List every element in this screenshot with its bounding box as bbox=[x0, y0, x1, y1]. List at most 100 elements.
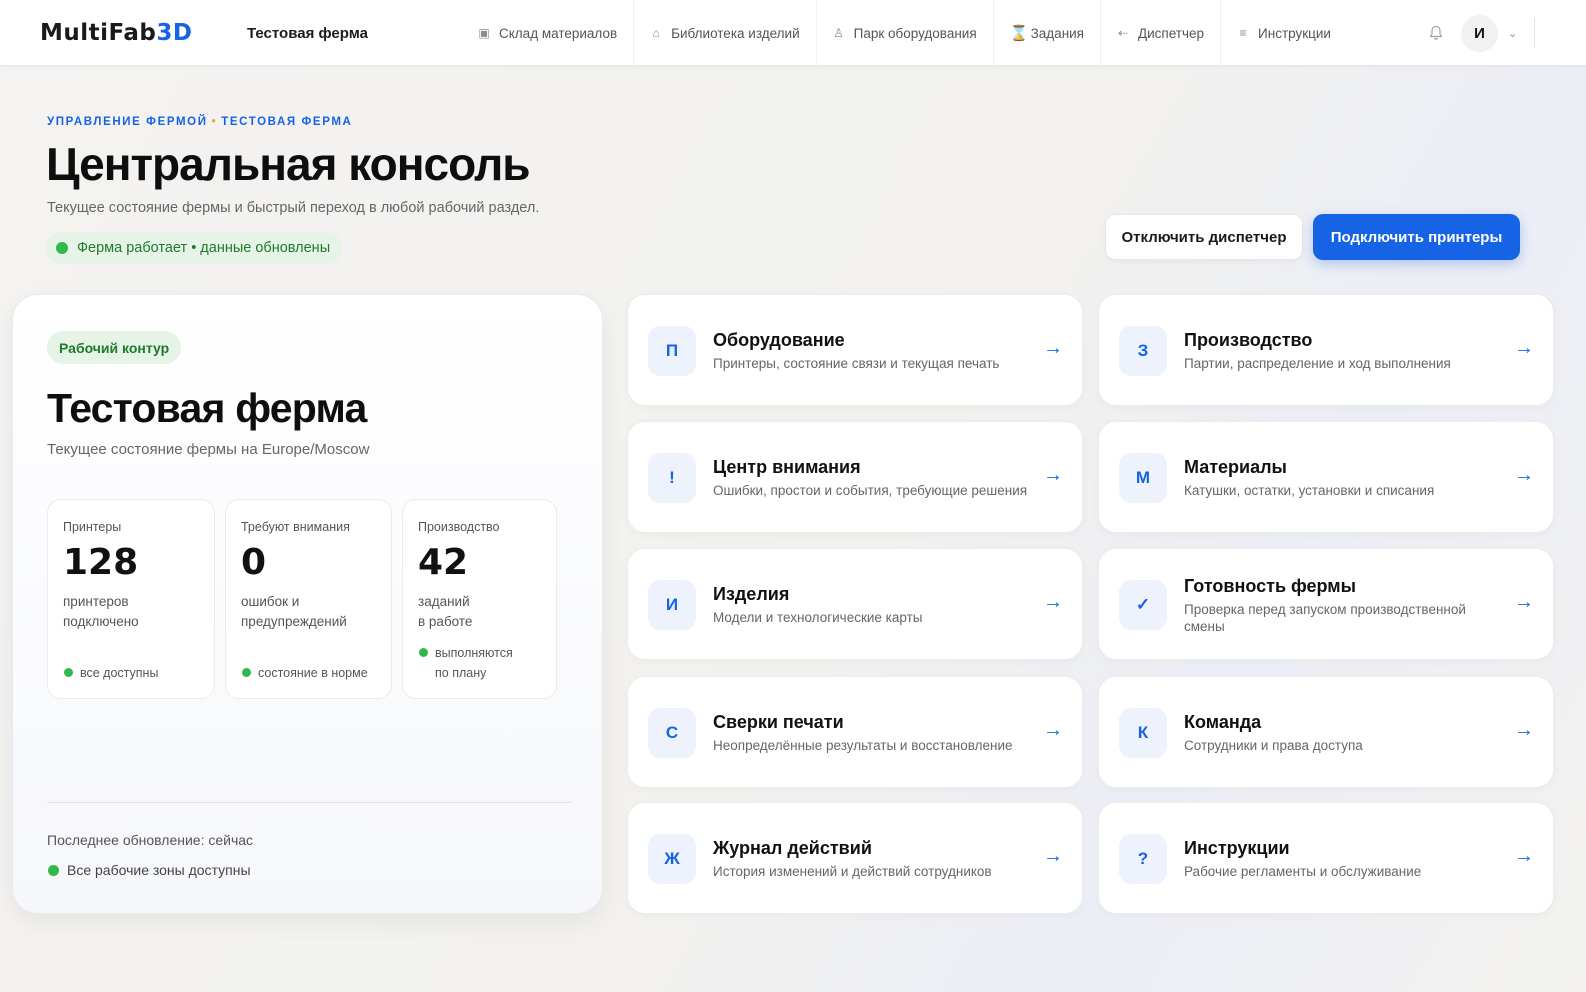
card-description: История изменений и действий сотрудников bbox=[713, 864, 992, 879]
card-print-reconciliation[interactable]: С Сверки печати Неопределённые результат… bbox=[627, 676, 1083, 788]
stat-value: 128 bbox=[63, 542, 139, 583]
card-description: Неопределённые результаты и восстановлен… bbox=[713, 738, 1013, 753]
nav-item-label: Склад материалов bbox=[499, 25, 618, 41]
farm-title: Тестовая ферма bbox=[47, 385, 367, 431]
card-description: Рабочие регламенты и обслуживание bbox=[1184, 864, 1422, 879]
status-dot-icon bbox=[56, 242, 68, 254]
arrow-right-icon: → bbox=[1043, 591, 1063, 613]
nav-item-instructions[interactable]: ≡ Инструкции bbox=[1220, 0, 1347, 66]
breadcrumb-current: Тестовая ферма bbox=[221, 116, 353, 128]
arrow-right-icon: → bbox=[1043, 719, 1063, 741]
nav-item-dispatcher[interactable]: ⇠ Диспетчер bbox=[1100, 0, 1220, 66]
card-title: Команда bbox=[1184, 712, 1262, 732]
nav-item-label: Инструкции bbox=[1258, 25, 1331, 41]
card-text: Инструкции Рабочие регламенты и обслужив… bbox=[1184, 803, 1504, 915]
card-letter-icon: Ж bbox=[648, 834, 696, 884]
card-products[interactable]: И Изделия Модели и технологические карты… bbox=[627, 548, 1083, 660]
card-text: Сверки печати Неопределённые результаты … bbox=[713, 677, 1033, 789]
arrow-right-icon: → bbox=[1514, 464, 1534, 486]
logo-text: MultiFab bbox=[40, 20, 157, 46]
card-title: Материалы bbox=[1184, 457, 1287, 477]
card-description: Проверка перед запуском производственной… bbox=[1184, 601, 1466, 634]
card-letter-icon: М bbox=[1119, 453, 1167, 503]
logo-accent: 3D bbox=[156, 20, 193, 46]
card-title: Сверки печати bbox=[713, 712, 844, 732]
top-bar: MultiFab3D Тестовая ферма ▣ Склад матери… bbox=[0, 0, 1586, 66]
card-title: Инструкции bbox=[1184, 838, 1290, 858]
connect-printers-button[interactable]: Подключить принтеры bbox=[1313, 214, 1520, 260]
card-title: Оборудование bbox=[713, 330, 845, 350]
card-team[interactable]: К Команда Сотрудники и права доступа → bbox=[1098, 676, 1554, 788]
app-logo[interactable]: MultiFab3D bbox=[40, 20, 192, 46]
card-action-log[interactable]: Ж Журнал действий История изменений и де… bbox=[627, 802, 1083, 914]
status-dot-icon bbox=[242, 668, 251, 677]
nav-item-label: Диспетчер bbox=[1138, 25, 1205, 41]
card-description: Модели и технологические карты bbox=[713, 610, 923, 625]
card-description: Партии, распределение и ход выполнения bbox=[1184, 356, 1451, 371]
breadcrumb-separator: • bbox=[211, 116, 218, 128]
user-area: И ⌄ bbox=[1425, 14, 1517, 52]
status-dot-icon bbox=[419, 648, 428, 657]
zones-status-text: Все рабочие зоны доступны bbox=[67, 862, 251, 878]
hourglass-icon: ⌛ bbox=[1009, 25, 1029, 42]
nav-item-equipment[interactable]: ♙ Парк оборудования bbox=[815, 0, 993, 66]
user-avatar[interactable]: И bbox=[1461, 14, 1498, 52]
stat-description: принтеров подключено bbox=[63, 594, 139, 629]
stat-note-text: выполняются по плану bbox=[435, 646, 513, 680]
list-icon: ≡ bbox=[1239, 26, 1247, 40]
stat-note: состояние в норме bbox=[241, 663, 368, 683]
stat-note: выполняются по плану bbox=[418, 643, 513, 683]
card-title: Производство bbox=[1184, 330, 1313, 350]
card-description: Ошибки, простои и события, требующие реш… bbox=[713, 483, 1028, 498]
farm-status-badge: Ферма работает • данные обновлены bbox=[46, 232, 343, 264]
card-farm-readiness[interactable]: ✓ Готовность фермы Проверка перед запуск… bbox=[1098, 548, 1554, 660]
stat-card-printers[interactable]: Принтеры 128 принтеров подключено все до… bbox=[47, 499, 215, 699]
stat-label: Принтеры bbox=[63, 520, 122, 534]
status-dot-icon bbox=[64, 668, 73, 677]
dispatcher-icon: ⇠ bbox=[1117, 26, 1129, 40]
main-nav: ▣ Склад материалов ⌂ Библиотека изделий … bbox=[462, 0, 1347, 66]
card-equipment[interactable]: П Оборудование Принтеры, состояние связи… bbox=[627, 294, 1083, 406]
page-title: Центральная консоль bbox=[46, 138, 531, 190]
card-letter-icon: П bbox=[648, 326, 696, 376]
arrow-right-icon: → bbox=[1514, 337, 1534, 359]
nav-item-jobs[interactable]: ⌛ Задания bbox=[992, 0, 1100, 66]
card-text: Материалы Катушки, остатки, установки и … bbox=[1184, 422, 1504, 534]
card-description: Принтеры, состояние связи и текущая печа… bbox=[713, 356, 1000, 371]
card-production[interactable]: З Производство Партии, распределение и х… bbox=[1098, 294, 1554, 406]
disconnect-dispatcher-button[interactable]: Отключить диспетчер bbox=[1105, 214, 1303, 260]
stat-card-attention[interactable]: Требуют внимания 0 ошибок и предупрежден… bbox=[225, 499, 392, 699]
stat-value: 42 bbox=[418, 542, 469, 583]
nav-item-materials[interactable]: ▣ Склад материалов bbox=[462, 0, 633, 66]
card-materials[interactable]: М Материалы Катушки, остатки, установки … bbox=[1098, 421, 1554, 533]
stat-value: 0 bbox=[241, 542, 267, 583]
last-update-text: Последнее обновление: сейчас bbox=[47, 832, 254, 848]
work-contour-badge: Рабочий контур bbox=[47, 331, 182, 364]
card-text: Центр внимания Ошибки, простои и события… bbox=[713, 422, 1033, 534]
card-instructions[interactable]: ? Инструкции Рабочие регламенты и обслуж… bbox=[1098, 802, 1554, 914]
notifications-bell-icon[interactable] bbox=[1425, 14, 1447, 52]
card-title: Готовность фермы bbox=[1184, 575, 1356, 596]
card-letter-icon: С bbox=[648, 708, 696, 758]
farm-selector[interactable]: Тестовая ферма bbox=[247, 25, 368, 42]
arrow-right-icon: → bbox=[1043, 464, 1063, 486]
card-attention-center[interactable]: ! Центр внимания Ошибки, простои и событ… bbox=[627, 421, 1083, 533]
arrow-right-icon: → bbox=[1514, 845, 1534, 867]
stat-description: заданий в работе bbox=[418, 594, 473, 629]
nav-item-library[interactable]: ⌂ Библиотека изделий bbox=[633, 0, 816, 66]
farm-overview-panel: Рабочий контур Тестовая ферма Текущее со… bbox=[12, 294, 603, 914]
card-letter-icon: З bbox=[1119, 326, 1167, 376]
divider bbox=[1534, 18, 1535, 48]
card-text: Журнал действий История изменений и дейс… bbox=[713, 803, 1033, 915]
divider bbox=[47, 802, 572, 803]
card-letter-icon: К bbox=[1119, 708, 1167, 758]
zones-status: Все рабочие зоны доступны bbox=[48, 862, 251, 878]
stat-card-production[interactable]: Производство 42 заданий в работе выполня… bbox=[402, 499, 557, 699]
stat-note-text: все доступны bbox=[80, 666, 159, 680]
card-text: Команда Сотрудники и права доступа bbox=[1184, 677, 1504, 789]
arrow-right-icon: → bbox=[1514, 719, 1534, 741]
breadcrumb-root[interactable]: Управление фермой bbox=[47, 116, 208, 128]
chevron-down-icon[interactable]: ⌄ bbox=[1508, 27, 1517, 40]
nav-item-label: Библиотека изделий bbox=[671, 25, 800, 41]
breadcrumb: Управление фермой • Тестовая ферма bbox=[47, 116, 352, 128]
